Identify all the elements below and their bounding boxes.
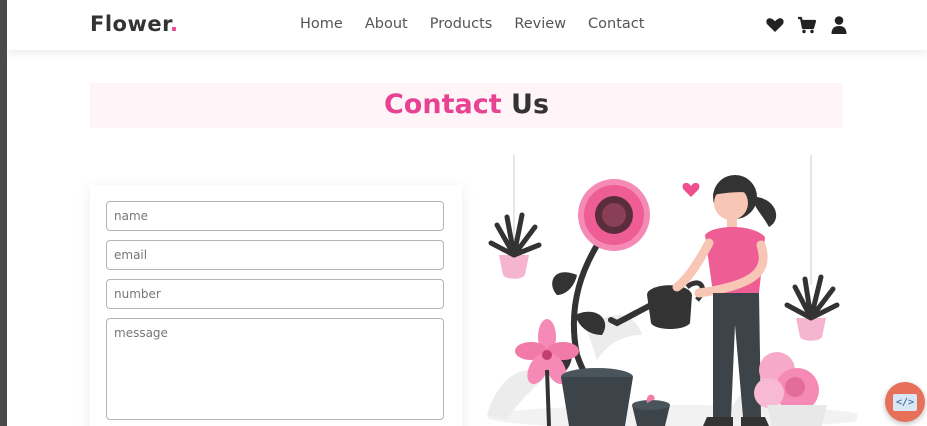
code-fab-button[interactable]: </>: [885, 382, 925, 422]
number-input[interactable]: [106, 279, 444, 309]
name-input[interactable]: [106, 201, 444, 231]
nav-contact[interactable]: Contact: [588, 16, 644, 32]
message-textarea[interactable]: [106, 318, 444, 420]
cart-icon[interactable]: [797, 15, 817, 35]
contact-form: [90, 185, 462, 426]
site-header: Flower. Home About Products Review Conta…: [7, 0, 927, 50]
code-icon: </>: [893, 394, 917, 411]
logo-dot: .: [169, 12, 179, 36]
email-input[interactable]: [106, 240, 444, 270]
nav-home[interactable]: Home: [300, 16, 343, 32]
header-icons: [765, 15, 849, 35]
contact-illustration: [477, 155, 867, 426]
nav-review[interactable]: Review: [514, 16, 566, 32]
page-title: Contact Us: [90, 89, 843, 120]
logo[interactable]: Flower.: [90, 12, 178, 36]
main-nav: Home About Products Review Contact: [300, 16, 666, 32]
title-rest: Us: [511, 89, 550, 120]
logo-text: Flower: [90, 12, 170, 36]
user-icon[interactable]: [829, 15, 849, 35]
title-accent: Contact: [383, 89, 502, 120]
page: Flower. Home About Products Review Conta…: [7, 0, 927, 426]
nav-products[interactable]: Products: [430, 16, 493, 32]
nav-about[interactable]: About: [365, 16, 408, 32]
gardening-woman-illustration: [487, 155, 867, 426]
heading-band: Contact Us: [90, 83, 843, 128]
heart-icon[interactable]: [765, 15, 785, 35]
